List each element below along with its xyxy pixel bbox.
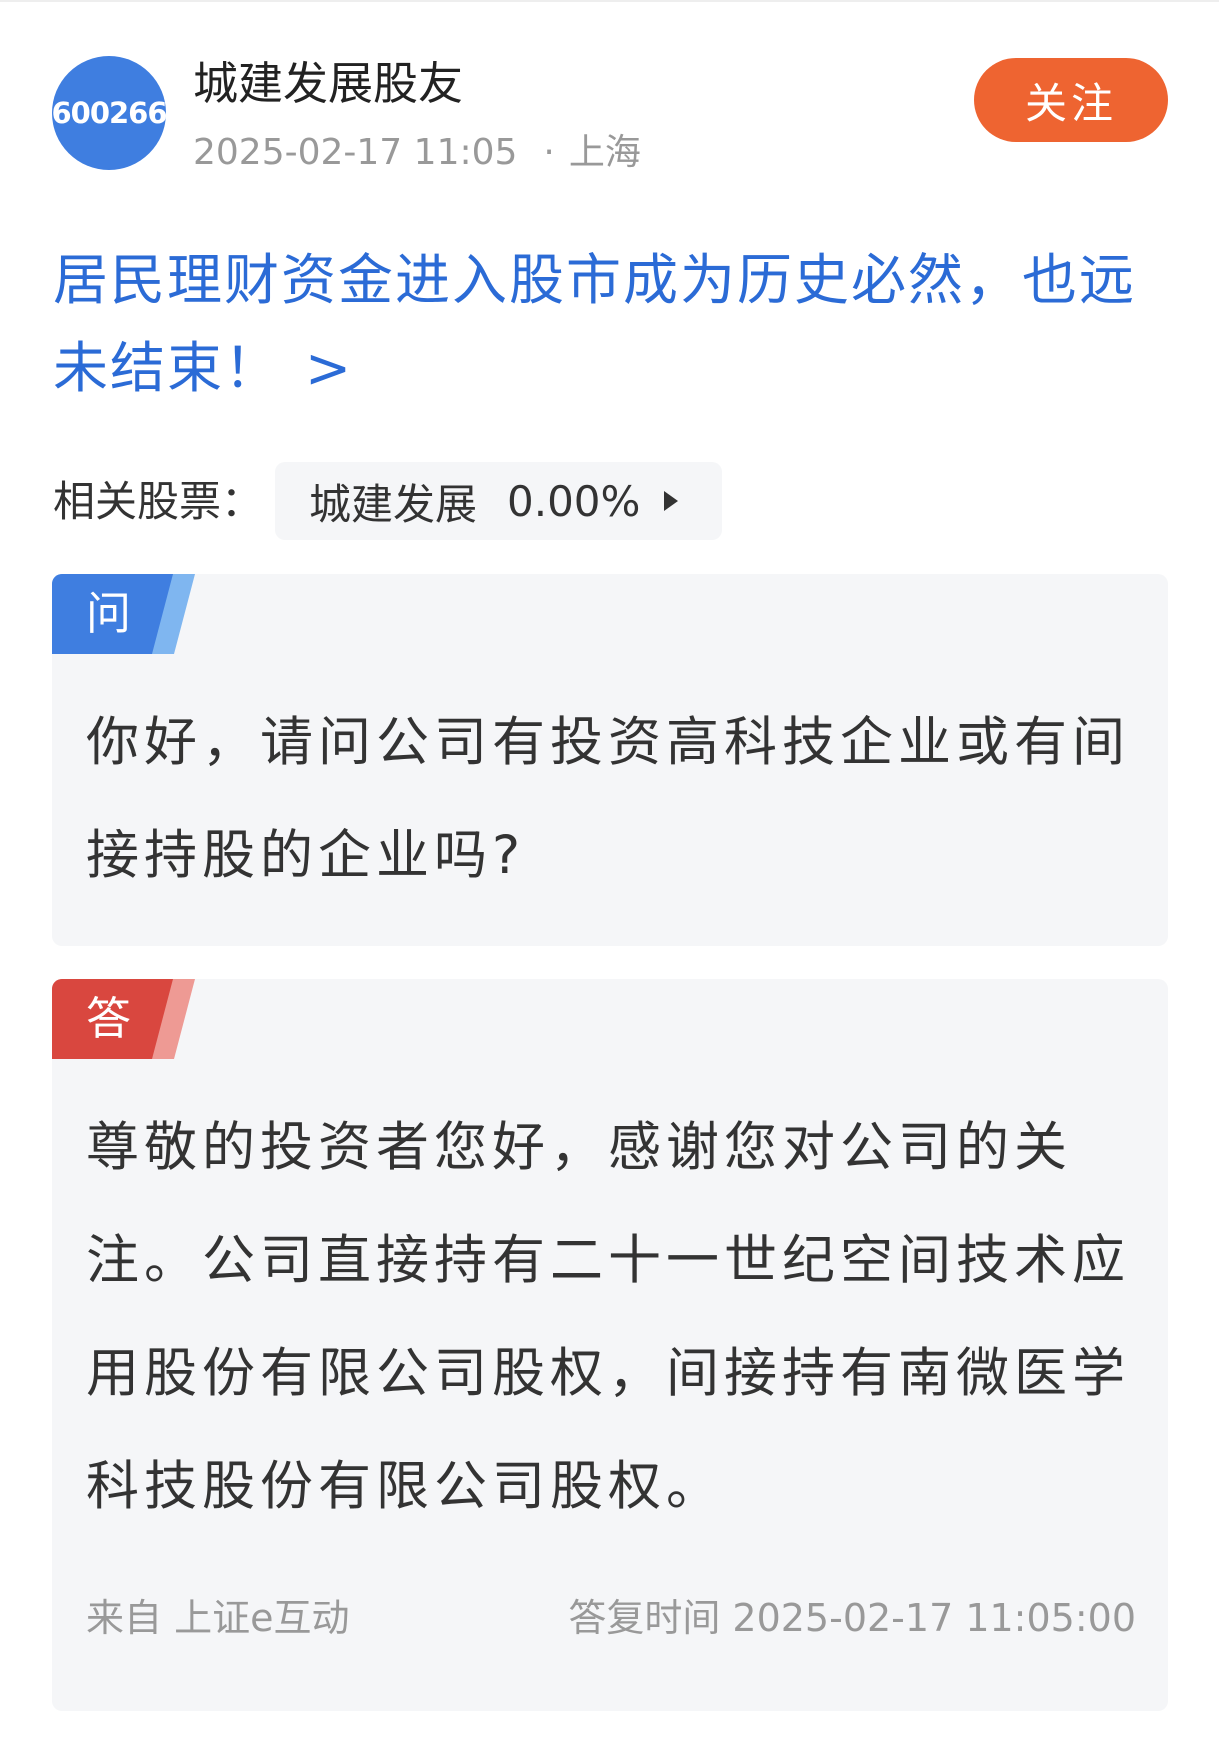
answer-reply-time: 答复时间 2025-02-17 11:05:00 bbox=[568, 1593, 1136, 1643]
answer-source: 来自 上证e互动 bbox=[86, 1596, 350, 1640]
reply-time-value: 2025-02-17 11:05:00 bbox=[732, 1596, 1136, 1640]
post-meta: 2025-02-17 11:05 · 上海 bbox=[193, 128, 641, 178]
related-stock-label: 相关股票： bbox=[53, 477, 264, 526]
post-location: 上海 bbox=[568, 132, 641, 173]
chevron-right-icon: > bbox=[305, 336, 354, 400]
top-divider bbox=[0, 0, 1219, 2]
avatar-text: 600266 bbox=[51, 96, 167, 130]
question-text: 你好，请问公司有投资高科技企业或有间接持股的企业吗? bbox=[86, 712, 1130, 886]
avatar[interactable]: 600266 bbox=[51, 56, 168, 170]
answer-card: 答 尊敬的投资者您好，感谢您对公司的关注。公司直接持有二十一世纪空间技术应用股份… bbox=[52, 979, 1168, 1711]
answer-tag-label: 答 bbox=[86, 992, 132, 1045]
question-card: 问 你好，请问公司有投资高科技企业或有间接持股的企业吗? bbox=[52, 574, 1168, 946]
post-title-link[interactable]: 居民理财资金进入股市成为历史必然，也远未结束！ > bbox=[53, 236, 1178, 412]
answer-tag: 答 bbox=[52, 979, 197, 1059]
stock-name: 城建发展 bbox=[309, 479, 478, 529]
follow-button[interactable]: 关注 bbox=[974, 58, 1168, 142]
meta-separator: · bbox=[543, 132, 555, 173]
username[interactable]: 城建发展股友 bbox=[193, 54, 463, 114]
follow-button-label: 关注 bbox=[1024, 78, 1117, 128]
stock-change: 0.00% bbox=[507, 476, 641, 526]
question-tag: 问 bbox=[52, 574, 197, 654]
post-title: 居民理财资金进入股市成为历史必然，也远未结束！ bbox=[53, 248, 1137, 400]
play-arrow-icon bbox=[664, 491, 679, 511]
reply-time-label: 答复时间 bbox=[568, 1596, 721, 1640]
related-stock-chip[interactable]: 城建发展 0.00% bbox=[275, 462, 722, 540]
answer-text: 尊敬的投资者您好，感谢您对公司的关注。公司直接持有二十一世纪空间技术应用股份有限… bbox=[86, 1117, 1130, 1517]
question-tag-label: 问 bbox=[86, 587, 132, 640]
post-time: 2025-02-17 11:05 bbox=[193, 132, 518, 173]
